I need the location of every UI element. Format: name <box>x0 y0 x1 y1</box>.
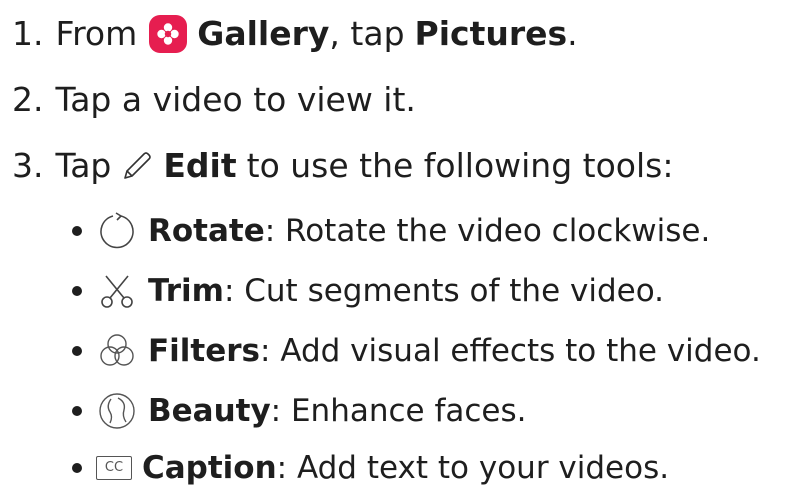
filters-icon <box>96 330 138 372</box>
gallery-icon <box>149 15 188 53</box>
instructions-document: 1. From Gallery , tap Pictures . 2. Tap … <box>0 0 812 496</box>
step-number: 1. <box>12 14 44 53</box>
tool-description: : Add visual effects to the video. <box>260 333 761 369</box>
bullet <box>72 406 82 416</box>
beauty-icon <box>96 390 138 432</box>
step-2: 2. Tap a video to view it. <box>12 80 416 120</box>
step-text-prefix: From <box>55 14 138 53</box>
edit-label: Edit <box>163 146 237 185</box>
bullet <box>72 463 82 473</box>
bullet <box>72 226 82 236</box>
tool-name: Trim <box>148 273 224 309</box>
bullet <box>72 346 82 356</box>
caption-icon-label: CC <box>96 456 132 480</box>
tool-name: Rotate <box>148 213 265 249</box>
scissors-icon <box>96 270 138 312</box>
tool-name: Beauty <box>148 393 271 429</box>
step-text-suffix: to use the following tools: <box>246 146 674 185</box>
tool-item-trim: Trim : Cut segments of the video. <box>72 270 664 312</box>
tool-description: : Add text to your videos. <box>276 450 670 486</box>
step-text-prefix: Tap <box>55 146 112 185</box>
step-3: 3. Tap Edit to use the following tools: <box>12 146 673 186</box>
step-number: 3. <box>12 146 44 185</box>
caption-icon: CC <box>96 456 132 480</box>
step-text: Tap a video to view it. <box>55 80 416 119</box>
tool-description: : Enhance faces. <box>270 393 527 429</box>
gallery-app-name: Gallery <box>197 14 330 53</box>
tool-item-rotate: Rotate : Rotate the video clockwise. <box>72 210 710 252</box>
pictures-label: Pictures <box>414 14 568 53</box>
tool-name: Filters <box>148 333 261 369</box>
rotate-icon <box>96 210 138 252</box>
tool-description: : Cut segments of the video. <box>223 273 664 309</box>
step-text-suffix: . <box>567 14 578 53</box>
bullet <box>72 286 82 296</box>
step-text-middle: , tap <box>329 14 405 53</box>
tool-description: : Rotate the video clockwise. <box>264 213 711 249</box>
tool-item-beauty: Beauty : Enhance faces. <box>72 390 527 432</box>
tool-name: Caption <box>142 450 277 486</box>
pencil-icon <box>119 148 155 184</box>
tool-item-filters: Filters : Add visual effects to the vide… <box>72 330 761 372</box>
step-1: 1. From Gallery , tap Pictures . <box>12 14 578 54</box>
step-number: 2. <box>12 80 44 119</box>
tool-item-caption: CC Caption : Add text to your videos. <box>72 448 669 488</box>
